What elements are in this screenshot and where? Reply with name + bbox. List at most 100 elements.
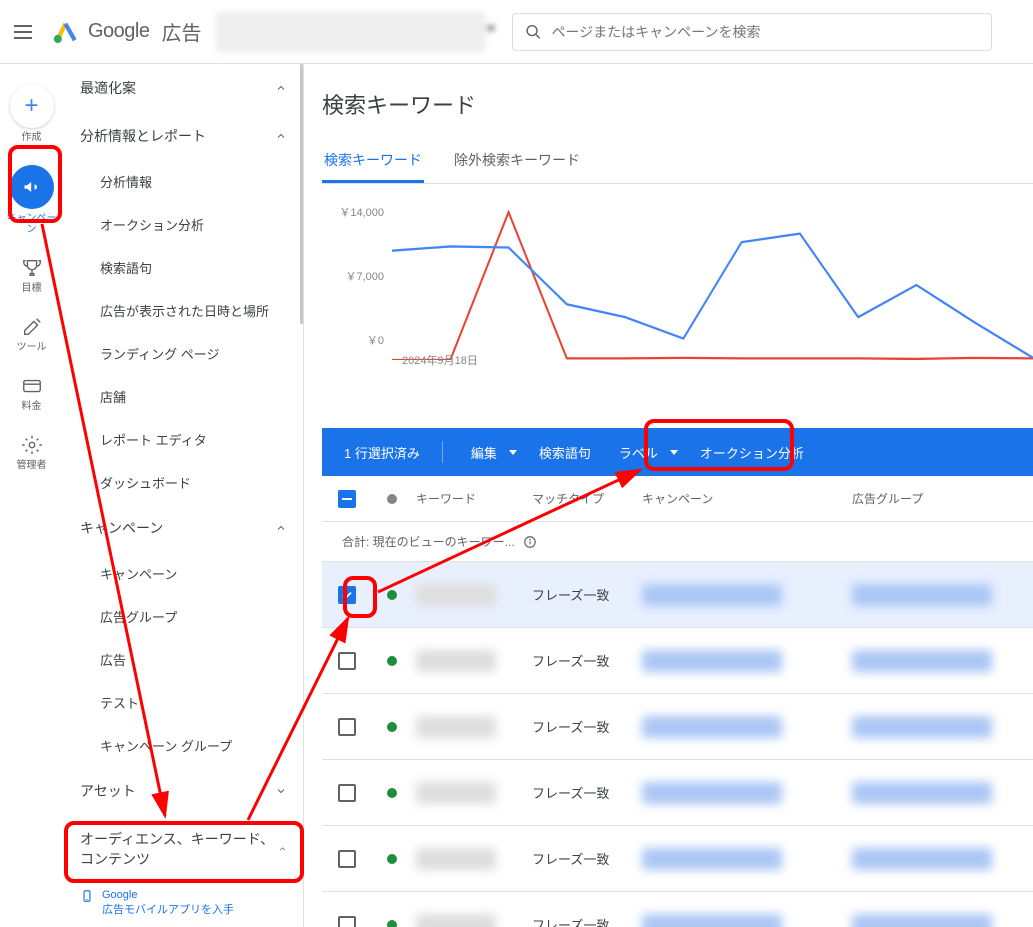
chevron-up-icon	[275, 82, 287, 94]
campaign-cell[interactable]	[642, 584, 782, 606]
table-row[interactable]: フレーズ一致	[322, 694, 1033, 760]
xlabel: 2024年9月18日	[402, 352, 478, 368]
sn-when-where[interactable]: 広告が表示された日時と場所	[64, 289, 303, 332]
sn-auction[interactable]: オークション分析	[64, 203, 303, 246]
ytick-0: ￥14,000	[322, 204, 384, 220]
th-campaign[interactable]: キャンペーン	[642, 490, 852, 507]
searchterms-button[interactable]: 検索語句	[533, 439, 597, 466]
table-header: キーワード マッチタイプ キャンペーン 広告グループ	[322, 476, 1033, 522]
sn-campaigns[interactable]: キャンペーン	[64, 552, 303, 595]
rail-tools[interactable]: ツール	[4, 316, 60, 353]
sn-footer[interactable]: Google広告モバイルアプリを入手	[64, 878, 303, 927]
sn-insights[interactable]: 分析情報	[64, 160, 303, 203]
row-checkbox[interactable]	[338, 718, 356, 736]
keyword-cell	[416, 914, 496, 927]
match-cell: フレーズ一致	[532, 717, 642, 736]
status-dot	[387, 788, 397, 798]
caret-down-icon	[509, 450, 517, 455]
tab-search-kw[interactable]: 検索キーワード	[322, 140, 424, 183]
ytick-2: ￥0	[322, 332, 384, 348]
account-selector[interactable]	[216, 12, 486, 52]
chevron-up-icon	[275, 130, 287, 142]
ytick-1: ￥7,000	[322, 268, 384, 284]
th-keyword[interactable]: キーワード	[412, 490, 532, 507]
chevron-up-icon	[275, 522, 287, 534]
sn-ads[interactable]: 広告	[64, 638, 303, 681]
sn-search-terms[interactable]: 検索語句	[64, 246, 303, 289]
row-checkbox[interactable]	[338, 652, 356, 670]
scrollbar[interactable]	[300, 64, 303, 324]
keyword-cell	[416, 584, 496, 606]
status-dot	[387, 722, 397, 732]
sn-landing[interactable]: ランディング ページ	[64, 332, 303, 375]
rail-goals[interactable]: 目標	[4, 257, 60, 294]
adgroup-cell[interactable]	[852, 584, 992, 606]
gear-icon	[21, 434, 43, 456]
rail-admin[interactable]: 管理者	[4, 434, 60, 471]
keyword-cell	[416, 848, 496, 870]
status-dot	[387, 854, 397, 864]
sn-tests[interactable]: テスト	[64, 681, 303, 724]
menu-icon[interactable]	[12, 20, 36, 44]
adgroup-cell[interactable]	[852, 650, 992, 672]
adgroup-cell[interactable]	[852, 782, 992, 804]
campaign-cell[interactable]	[642, 914, 782, 927]
sn-optimize[interactable]: 最適化案	[64, 64, 303, 112]
sn-dashboard[interactable]: ダッシュボード	[64, 461, 303, 504]
sn-adgroups[interactable]: 広告グループ	[64, 595, 303, 638]
plus-icon: +	[24, 92, 38, 120]
campaign-cell[interactable]	[642, 716, 782, 738]
page-title: 検索キーワード	[322, 88, 1033, 120]
action-bar: 1 行選択済み 編集 検索語句 ラベル オークション分析	[322, 428, 1033, 476]
auction-button[interactable]: オークション分析	[694, 439, 810, 466]
brand-main: Google	[88, 20, 150, 43]
select-all-checkbox[interactable]	[338, 490, 356, 508]
campaign-cell[interactable]	[642, 650, 782, 672]
chevron-up-icon	[278, 843, 287, 855]
info-icon[interactable]	[523, 535, 537, 549]
table-row[interactable]: フレーズ一致	[322, 562, 1033, 628]
label-button[interactable]: ラベル	[607, 435, 684, 470]
status-header-icon[interactable]	[387, 494, 397, 504]
row-checkbox[interactable]	[338, 586, 356, 604]
status-dot	[387, 590, 397, 600]
search-input[interactable]	[551, 24, 978, 40]
sn-camp-groups[interactable]: キャンペーン グループ	[64, 724, 303, 767]
campaign-cell[interactable]	[642, 848, 782, 870]
th-adgroup[interactable]: 広告グループ	[852, 490, 1033, 507]
search-box[interactable]	[512, 13, 992, 51]
rail-campaign[interactable]: キャンペーン	[4, 165, 60, 235]
sn-store[interactable]: 店舗	[64, 375, 303, 418]
table-row[interactable]: フレーズ一致	[322, 760, 1033, 826]
rail-billing[interactable]: 料金	[4, 375, 60, 412]
sn-campaign-section[interactable]: キャンペーン	[64, 504, 303, 552]
side-nav: 最適化案 分析情報とレポート 分析情報 オークション分析 検索語句 広告が表示さ…	[64, 64, 304, 927]
sn-audience-section[interactable]: オーディエンス、キーワード、コンテンツ	[64, 815, 303, 883]
table-row[interactable]: フレーズ一致	[322, 628, 1033, 694]
google-ads-logo-icon	[52, 18, 80, 46]
edit-button[interactable]: 編集	[459, 435, 523, 470]
row-checkbox[interactable]	[338, 916, 356, 927]
main-content: 検索キーワード 検索キーワード 除外検索キーワード ￥14,000 ￥7,000…	[304, 64, 1033, 927]
match-cell: フレーズ一致	[532, 783, 642, 802]
nav-rail: + 作成 キャンペーン 目標 ツール 料金 管理者	[0, 64, 64, 927]
rail-create[interactable]: + 作成	[4, 84, 60, 143]
campaign-cell[interactable]	[642, 782, 782, 804]
table-row[interactable]: フレーズ一致	[322, 892, 1033, 927]
row-checkbox[interactable]	[338, 850, 356, 868]
sn-editor[interactable]: レポート エディタ	[64, 418, 303, 461]
chevron-down-icon	[275, 785, 287, 797]
adgroup-cell[interactable]	[852, 716, 992, 738]
adgroup-cell[interactable]	[852, 848, 992, 870]
match-cell: フレーズ一致	[532, 915, 642, 927]
table-row[interactable]: フレーズ一致	[322, 826, 1033, 892]
sn-reports-section[interactable]: 分析情報とレポート	[64, 112, 303, 160]
adgroup-cell[interactable]	[852, 914, 992, 927]
brand-sub: 広告	[162, 17, 202, 46]
tab-neg-kw[interactable]: 除外検索キーワード	[452, 140, 582, 183]
sn-asset-section[interactable]: アセット	[64, 767, 303, 815]
row-checkbox[interactable]	[338, 784, 356, 802]
th-match[interactable]: マッチタイプ	[532, 490, 642, 507]
card-icon	[21, 375, 43, 397]
summary-row: 合計: 現在のビューのキーワー...	[322, 522, 1033, 562]
